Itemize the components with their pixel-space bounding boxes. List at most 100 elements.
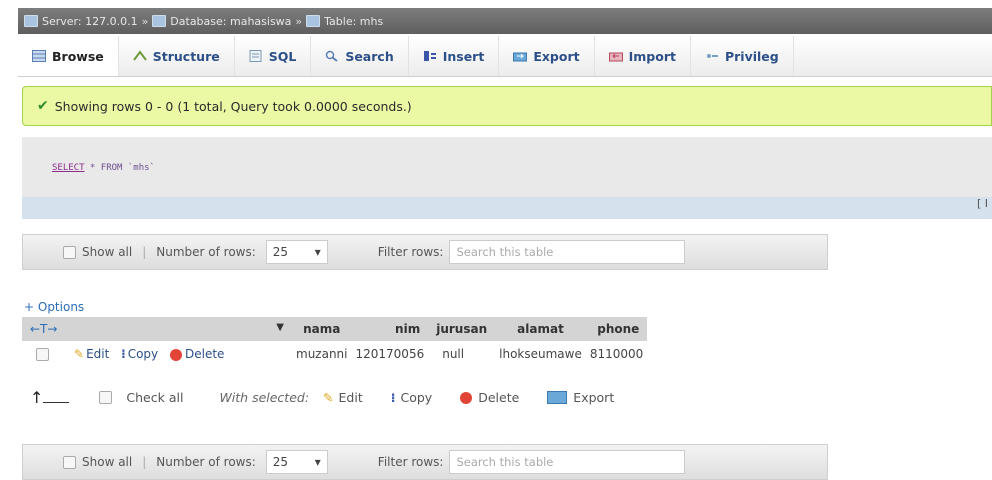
breadcrumb-server[interactable]: Server: 127.0.0.1 (42, 15, 138, 28)
dropdown-arrow-icon: ▾ (314, 455, 321, 469)
tab-privileges-label: Privileg (724, 48, 779, 64)
rows-label: Number of rows: (156, 245, 256, 259)
with-selected-label: With selected: (219, 390, 310, 405)
filter-rows-input[interactable]: Search this table (449, 450, 686, 474)
options-toggle[interactable]: + Options (24, 300, 84, 314)
cell-jurusan: null (442, 347, 465, 361)
success-message-text: Showing rows 0 - 0 (1 total, Query took … (54, 98, 412, 114)
row-copy-label: Copy (127, 347, 159, 361)
database-icon (152, 15, 167, 27)
tab-search[interactable]: Search (311, 36, 409, 76)
tab-export[interactable]: Export (499, 36, 595, 76)
checkmark-icon: ✔ (37, 98, 49, 114)
arrow-line-icon (43, 402, 70, 403)
dropdown-arrow-icon: ▾ (314, 245, 321, 259)
row-checkbox[interactable] (36, 348, 49, 361)
rows-select[interactable]: 25 ▾ (265, 240, 328, 264)
bulk-export-button[interactable]: Export (547, 390, 614, 405)
export-icon (547, 391, 568, 404)
tab-search-label: Search (345, 48, 394, 64)
bulk-delete-button[interactable]: Delete (460, 390, 519, 405)
import-icon (608, 52, 623, 62)
tab-import[interactable]: Import (595, 36, 691, 76)
tab-insert[interactable]: Insert (409, 36, 500, 76)
sql-icon (249, 50, 262, 62)
row-edit-link[interactable]: ✎ Edit (74, 347, 109, 361)
table-row: ✎ Edit ⁝ Copy Delete muzanni 120170056 nul… (22, 341, 647, 367)
sort-handle-icon[interactable]: ←T→ (30, 322, 57, 336)
nav-separator: | (142, 245, 147, 259)
show-all-label: Show all (82, 455, 133, 469)
tab-browse[interactable]: Browse (18, 36, 119, 76)
tab-import-label: Import (628, 48, 676, 64)
tab-structure-label: Structure (152, 48, 220, 64)
check-all-label[interactable]: Check all (126, 390, 183, 405)
filter-rows-label: Filter rows: (377, 455, 444, 469)
bulk-edit-label: Edit (338, 390, 363, 405)
table-header-row: ←T→ ▼ nama nim jurusan alamat phone (22, 317, 648, 341)
check-all-checkbox[interactable] (99, 391, 113, 404)
filter-rows-label: Filter rows: (377, 245, 444, 259)
export-icon (513, 52, 528, 62)
sql-query-box: SELECT * FROM `mhs` (22, 137, 992, 197)
pencil-icon: ✎ (74, 347, 85, 361)
tab-privileges[interactable]: Privileg (691, 36, 794, 76)
arrow-up-icon: ↑ (30, 388, 44, 407)
structure-icon (132, 50, 147, 61)
bulk-edit-button[interactable]: ✎ Edit (323, 390, 363, 405)
delete-icon (169, 348, 182, 361)
sql-links-bar: [ I (22, 197, 992, 219)
delete-icon (460, 391, 473, 404)
tab-insert-label: Insert (442, 48, 485, 64)
column-header-nim[interactable]: nim (351, 317, 429, 341)
insert-icon (423, 51, 436, 61)
with-selected-bar: ↑ Check all With selected: ✎ Edit ⁝ Copy D… (30, 388, 614, 407)
sql-keyword[interactable]: SELECT (52, 163, 85, 173)
bulk-copy-label: Copy (400, 390, 433, 405)
cell-phone: 8110000 (589, 347, 644, 361)
search-icon (326, 50, 338, 62)
row-delete-link[interactable]: Delete (169, 347, 225, 361)
table-icon (306, 15, 321, 27)
nav-separator: | (142, 455, 147, 469)
column-header-alamat[interactable]: alamat (495, 317, 586, 341)
browse-icon (32, 50, 46, 62)
sql-links-text[interactable]: [ I (977, 197, 988, 210)
row-copy-link[interactable]: ⁝ Copy (121, 347, 158, 361)
row-edit-label: Edit (86, 347, 110, 361)
breadcrumb-separator: » (295, 14, 303, 28)
server-icon (24, 15, 38, 27)
navigation-bar-top: Show all | Number of rows: 25 ▾ Filter r… (22, 234, 828, 270)
navigation-bar-bottom: Show all | Number of rows: 25 ▾ Filter r… (22, 444, 828, 480)
rows-label: Number of rows: (156, 455, 256, 469)
tab-bar: Browse Structure SQL Search Insert Expor… (18, 36, 992, 77)
column-header-phone[interactable]: phone (585, 317, 648, 341)
rows-select-value: 25 (272, 455, 289, 469)
rows-select-value: 25 (272, 245, 289, 259)
success-message: ✔ Showing rows 0 - 0 (1 total, Query too… (22, 86, 992, 126)
column-header-nama[interactable]: nama (292, 317, 352, 341)
action-header: ←T→ ▼ (22, 317, 292, 341)
sort-arrow-icon[interactable]: ▼ (276, 322, 284, 333)
tab-sql-label: SQL (268, 48, 297, 64)
breadcrumb-database[interactable]: Database: mahasiswa (170, 15, 291, 28)
column-header-jurusan[interactable]: jurusan (428, 317, 496, 341)
tab-structure[interactable]: Structure (119, 36, 235, 76)
breadcrumb: Server: 127.0.0.1 » Database: mahasiswa … (18, 8, 992, 34)
show-all-checkbox[interactable] (63, 245, 76, 259)
copy-icon: ⁝ (121, 347, 126, 361)
tab-browse-label: Browse (52, 48, 104, 64)
rows-select[interactable]: 25 ▾ (265, 450, 328, 474)
pencil-icon: ✎ (323, 390, 334, 405)
row-delete-label: Delete (184, 347, 225, 361)
show-all-checkbox[interactable] (63, 455, 76, 469)
show-all-label: Show all (82, 245, 133, 259)
sql-query-rest: * FROM `mhs` (84, 163, 155, 173)
breadcrumb-separator: » (141, 14, 149, 28)
privileges-icon (706, 54, 718, 58)
results-table: ←T→ ▼ nama nim jurusan alamat phone ✎ Edi… (22, 317, 648, 367)
bulk-copy-button[interactable]: ⁝ Copy (391, 390, 432, 405)
filter-rows-input[interactable]: Search this table (449, 240, 686, 264)
breadcrumb-table[interactable]: Table: mhs (324, 15, 383, 28)
tab-sql[interactable]: SQL (235, 36, 312, 76)
